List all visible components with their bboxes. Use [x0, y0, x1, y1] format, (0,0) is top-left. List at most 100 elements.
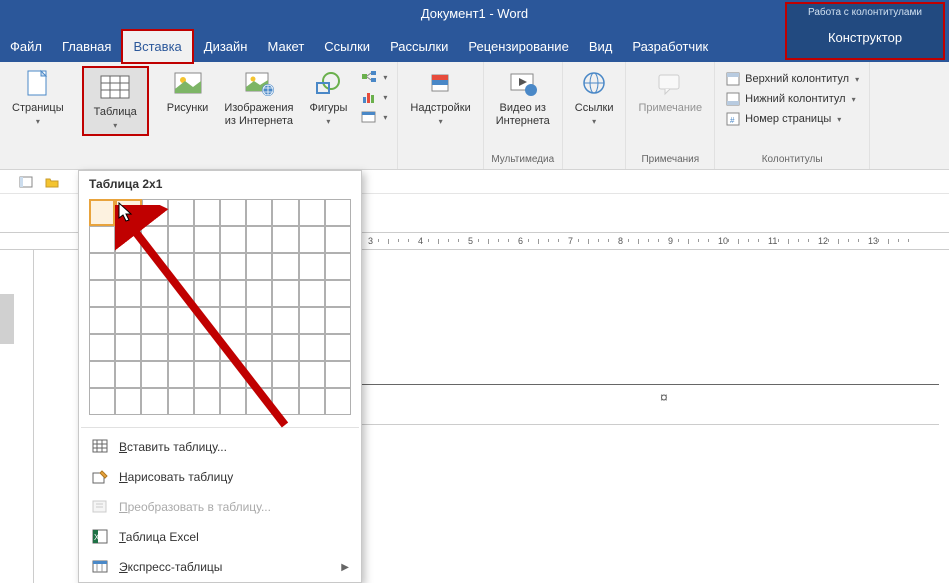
grid-cell[interactable]	[325, 199, 351, 226]
grid-cell[interactable]	[246, 388, 272, 415]
grid-cell[interactable]	[325, 307, 351, 334]
grid-cell[interactable]	[89, 226, 115, 253]
grid-cell[interactable]	[194, 253, 220, 280]
grid-cell[interactable]	[325, 361, 351, 388]
grid-cell[interactable]	[299, 388, 325, 415]
tab-layout[interactable]: Макет	[257, 33, 314, 62]
grid-cell[interactable]	[115, 226, 141, 253]
grid-cell[interactable]	[246, 334, 272, 361]
online-video-button[interactable]: Видео из Интернета	[490, 66, 556, 130]
context-tab-design[interactable]: Работа с колонтитулами Конструктор	[785, 2, 945, 60]
grid-cell[interactable]	[220, 280, 246, 307]
tab-file[interactable]: Файл	[0, 33, 52, 62]
tab-view[interactable]: Вид	[579, 33, 623, 62]
grid-cell[interactable]	[246, 361, 272, 388]
shapes-button[interactable]: Фигуры ▾	[303, 66, 353, 128]
grid-cell[interactable]	[272, 334, 298, 361]
grid-cell[interactable]	[115, 280, 141, 307]
insert-table-menu-item[interactable]: Вставить таблицу...	[79, 432, 361, 462]
grid-cell[interactable]	[220, 334, 246, 361]
grid-cell[interactable]	[89, 307, 115, 334]
grid-cell[interactable]	[168, 280, 194, 307]
grid-cell[interactable]	[141, 334, 167, 361]
grid-cell[interactable]	[168, 307, 194, 334]
grid-cell[interactable]	[299, 307, 325, 334]
grid-cell[interactable]	[272, 361, 298, 388]
grid-cell[interactable]	[325, 280, 351, 307]
grid-cell[interactable]	[194, 334, 220, 361]
grid-cell[interactable]	[194, 307, 220, 334]
grid-cell[interactable]	[194, 280, 220, 307]
grid-cell[interactable]	[325, 388, 351, 415]
smartart-button[interactable]: ▾	[357, 68, 391, 86]
table-grid-picker[interactable]	[79, 195, 361, 423]
grid-cell[interactable]	[141, 280, 167, 307]
grid-cell[interactable]	[168, 334, 194, 361]
grid-cell[interactable]	[168, 199, 194, 226]
grid-cell[interactable]	[272, 280, 298, 307]
grid-cell[interactable]	[194, 361, 220, 388]
chart-button[interactable]: ▾	[357, 88, 391, 106]
grid-cell[interactable]	[299, 199, 325, 226]
grid-cell[interactable]	[89, 280, 115, 307]
grid-cell[interactable]	[272, 388, 298, 415]
table-button[interactable]: Таблица ▾	[88, 70, 143, 132]
online-pictures-button[interactable]: Изображения из Интернета	[218, 66, 299, 130]
grid-cell[interactable]	[115, 253, 141, 280]
grid-cell[interactable]	[246, 226, 272, 253]
grid-cell[interactable]	[246, 253, 272, 280]
grid-cell[interactable]	[89, 388, 115, 415]
grid-cell[interactable]	[299, 226, 325, 253]
tab-developer[interactable]: Разработчик	[622, 33, 718, 62]
grid-cell[interactable]	[141, 307, 167, 334]
grid-cell[interactable]	[89, 199, 115, 226]
grid-cell[interactable]	[220, 307, 246, 334]
grid-cell[interactable]	[299, 253, 325, 280]
addins-button[interactable]: Надстройки ▾	[404, 66, 476, 128]
pages-button[interactable]: Страницы ▾	[6, 66, 70, 128]
header-button[interactable]: Верхний колонтитул▾	[721, 70, 863, 88]
tab-mailings[interactable]: Рассылки	[380, 33, 458, 62]
grid-cell[interactable]	[115, 334, 141, 361]
grid-cell[interactable]	[246, 199, 272, 226]
comment-button[interactable]: Примечание	[632, 66, 708, 117]
grid-cell[interactable]	[220, 199, 246, 226]
grid-cell[interactable]	[246, 280, 272, 307]
grid-cell[interactable]	[246, 307, 272, 334]
grid-cell[interactable]	[325, 226, 351, 253]
grid-cell[interactable]	[89, 361, 115, 388]
grid-cell[interactable]	[168, 253, 194, 280]
pictures-button[interactable]: Рисунки	[161, 66, 215, 117]
footer-button[interactable]: Нижний колонтитул▾	[721, 90, 863, 108]
grid-cell[interactable]	[141, 226, 167, 253]
grid-cell[interactable]	[141, 253, 167, 280]
grid-cell[interactable]	[299, 280, 325, 307]
grid-cell[interactable]	[325, 253, 351, 280]
grid-cell[interactable]	[220, 226, 246, 253]
grid-cell[interactable]	[272, 307, 298, 334]
grid-cell[interactable]	[194, 388, 220, 415]
grid-cell[interactable]	[115, 199, 141, 226]
grid-cell[interactable]	[220, 361, 246, 388]
grid-cell[interactable]	[272, 253, 298, 280]
tab-references[interactable]: Ссылки	[314, 33, 380, 62]
grid-cell[interactable]	[168, 226, 194, 253]
grid-cell[interactable]	[168, 361, 194, 388]
grid-cell[interactable]	[220, 388, 246, 415]
nav-pane-icon[interactable]	[18, 174, 34, 190]
grid-cell[interactable]	[142, 199, 168, 226]
grid-cell[interactable]	[89, 334, 115, 361]
folder-icon[interactable]	[44, 174, 60, 190]
grid-cell[interactable]	[168, 388, 194, 415]
tab-insert[interactable]: Вставка	[121, 29, 193, 64]
page-number-button[interactable]: #Номер страницы▾	[721, 110, 863, 128]
excel-table-menu-item[interactable]: X Таблица Excel	[79, 522, 361, 552]
grid-cell[interactable]	[115, 388, 141, 415]
grid-cell[interactable]	[299, 334, 325, 361]
grid-cell[interactable]	[141, 388, 167, 415]
tab-design[interactable]: Дизайн	[194, 33, 258, 62]
quick-tables-menu-item[interactable]: Экспресс-таблицы ▶	[79, 552, 361, 582]
grid-cell[interactable]	[325, 334, 351, 361]
grid-cell[interactable]	[194, 199, 220, 226]
links-button[interactable]: Ссылки ▾	[569, 66, 620, 128]
